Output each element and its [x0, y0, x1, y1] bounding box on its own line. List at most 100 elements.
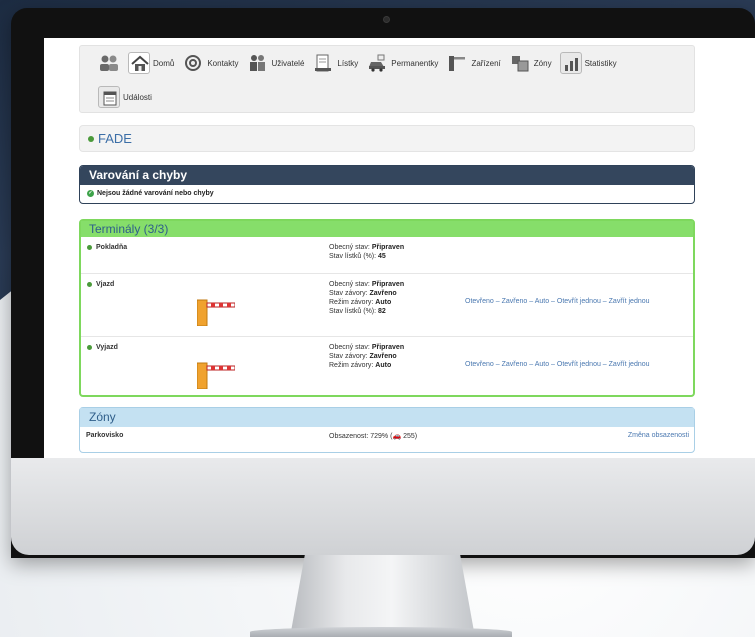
occupancy-suffix: )	[414, 433, 418, 440]
status-label: Obecný stav:	[329, 344, 370, 351]
nav-label-users: Uživatelé	[271, 58, 305, 68]
screen: Domů Kontakty Uživatelé Lístky Permanent…	[44, 38, 755, 458]
main-nav: Domů Kontakty Uživatelé Lístky Permanent…	[79, 45, 695, 113]
zones-title: Zóny	[80, 408, 694, 427]
status-label: Stav lístků (%):	[329, 308, 377, 315]
change-occupancy-link[interactable]: Změna obsazenosti	[628, 432, 689, 439]
status-dot	[87, 245, 92, 250]
events-icon	[98, 86, 120, 108]
warnings-title: Varování a chyby	[80, 166, 694, 185]
people-icon	[98, 52, 120, 74]
action-open[interactable]: Otevřeno	[465, 298, 494, 305]
action-open[interactable]: Otevřeno	[465, 361, 494, 368]
status-dot	[87, 282, 92, 287]
status-line: Stav závory: Zavřeno	[329, 289, 404, 298]
action-auto[interactable]: Auto	[535, 298, 549, 305]
status-value: Auto	[375, 362, 392, 369]
status-line: Stav lístků (%): 82	[329, 307, 404, 316]
monitor-chin	[11, 458, 755, 555]
nav-item-users[interactable]: Uživatelé	[246, 52, 304, 74]
car-small-icon: 🚗	[392, 433, 402, 440]
status-value: Připraven	[371, 244, 405, 251]
nav-label-home: Domů	[153, 58, 175, 68]
status-label: Režim závory:	[329, 362, 374, 369]
nav-item-events[interactable]: Události	[98, 86, 152, 108]
status-value: Připraven	[371, 344, 405, 351]
status-label: Stav závory:	[329, 290, 368, 297]
ticket-icon	[312, 52, 334, 74]
nav-item-home[interactable]: Domů	[128, 52, 174, 74]
action-close[interactable]: Zavřeno	[502, 298, 528, 305]
terminal-status: Obecný stav: Připraven Stav závory: Zavř…	[329, 343, 404, 370]
nav-label-passes: Permanentky	[391, 58, 439, 68]
zones-panel: Zóny Parkovisko Obsazenost: 729% (🚗 255)…	[79, 407, 695, 453]
status-label: Režim závory:	[329, 299, 374, 306]
status-value: 82	[378, 308, 386, 315]
status-line: Stav lístků (%): 45	[329, 252, 404, 261]
action-close[interactable]: Zavřeno	[502, 361, 528, 368]
terminal-name-text: Pokladňa	[96, 244, 128, 251]
status-value: Zavřeno	[369, 290, 397, 297]
zone-occupancy: Obsazenost: 729% (🚗 255)	[329, 432, 417, 440]
nav-item-devices[interactable]: Zařízení	[446, 52, 501, 74]
action-open-once[interactable]: Otevřít jednou	[557, 361, 601, 368]
status-line: Režim závory: Auto	[329, 298, 404, 307]
nav-item-zones[interactable]: Zóny	[509, 52, 552, 74]
status-line: Obecný stav: Připraven	[329, 343, 404, 352]
terminals-panel: Terminály (3/3) Pokladňa Obecný stav: Př…	[79, 219, 695, 397]
at-icon	[182, 52, 204, 74]
terminal-name-text: Vyjazd	[96, 344, 118, 351]
monitor-stand	[290, 555, 475, 637]
terminal-status: Obecný stav: Připraven Stav závory: Zavř…	[329, 280, 404, 316]
stats-icon	[559, 52, 582, 74]
warnings-body: ✓ Nejsou žádné varování nebo chyby	[80, 185, 694, 202]
status-label: Stav závory:	[329, 353, 368, 360]
nav-label-tickets: Lístky	[337, 58, 359, 68]
terminal-row: Vyjazd Obecný stav: Připraven Stav závor…	[81, 337, 693, 393]
terminal-row: Vjazd Obecný stav: Připraven Stav závory…	[81, 274, 693, 337]
status-line: Stav závory: Zavřeno	[329, 352, 404, 361]
nav-label-zones: Zóny	[533, 58, 552, 68]
status-label: Obecný stav:	[329, 281, 370, 288]
action-auto[interactable]: Auto	[535, 361, 549, 368]
action-close-once[interactable]: Zavřít jednou	[609, 361, 650, 368]
warnings-message: Nejsou žádné varování nebo chyby	[97, 190, 214, 197]
status-label: Obecný stav:	[329, 244, 370, 251]
status-dot	[87, 345, 92, 350]
terminal-status: Obecný stav: Připraven Stav lístků (%): …	[329, 243, 404, 261]
barrier-actions: Otevřeno – Zavřeno – Auto – Otevřít jedn…	[465, 361, 650, 368]
nav-item-people[interactable]	[98, 52, 120, 74]
barrier-closed-icon	[197, 362, 235, 389]
nav-label-events: Události	[123, 92, 152, 102]
action-close-once[interactable]: Zavřít jednou	[609, 298, 650, 305]
nav-item-tickets[interactable]: Lístky	[312, 52, 358, 74]
barrier-actions: Otevřeno – Zavřeno – Auto – Otevřít jedn…	[465, 298, 650, 305]
status-label: Stav lístků (%):	[329, 253, 377, 260]
occupancy-count: 255	[403, 433, 415, 440]
site-name[interactable]: FADE	[98, 131, 132, 146]
zone-icon	[509, 52, 531, 74]
users-icon	[246, 52, 268, 74]
status-value: Připraven	[371, 281, 405, 288]
action-open-once[interactable]: Otevřít jednou	[557, 298, 601, 305]
nav-label-devices: Zařízení	[471, 58, 501, 68]
status-line: Režim závory: Auto	[329, 361, 404, 370]
terminal-name-text: Vjazd	[96, 281, 115, 288]
nav-item-contacts[interactable]: Kontakty	[182, 52, 238, 74]
nav-item-passes[interactable]: Permanentky	[366, 52, 438, 74]
status-value: 45	[378, 253, 386, 260]
barrier-closed-icon	[197, 299, 235, 326]
nav-label-stats: Statistiky	[584, 58, 617, 68]
status-line: Obecný stav: Připraven	[329, 243, 404, 252]
zone-row: Parkovisko Obsazenost: 729% (🚗 255) Změn…	[80, 427, 694, 445]
status-dot	[88, 135, 94, 142]
terminals-title: Terminály (3/3)	[81, 221, 693, 237]
car-icon	[366, 52, 388, 74]
monitor-stand-base	[250, 627, 512, 637]
status-value: Auto	[375, 299, 392, 306]
nav-item-stats[interactable]: Statistiky	[559, 52, 617, 74]
camera	[383, 16, 390, 23]
home-icon	[128, 52, 150, 74]
terminal-name: Pokladňa	[87, 244, 127, 251]
status-line: Obecný stav: Připraven	[329, 280, 404, 289]
